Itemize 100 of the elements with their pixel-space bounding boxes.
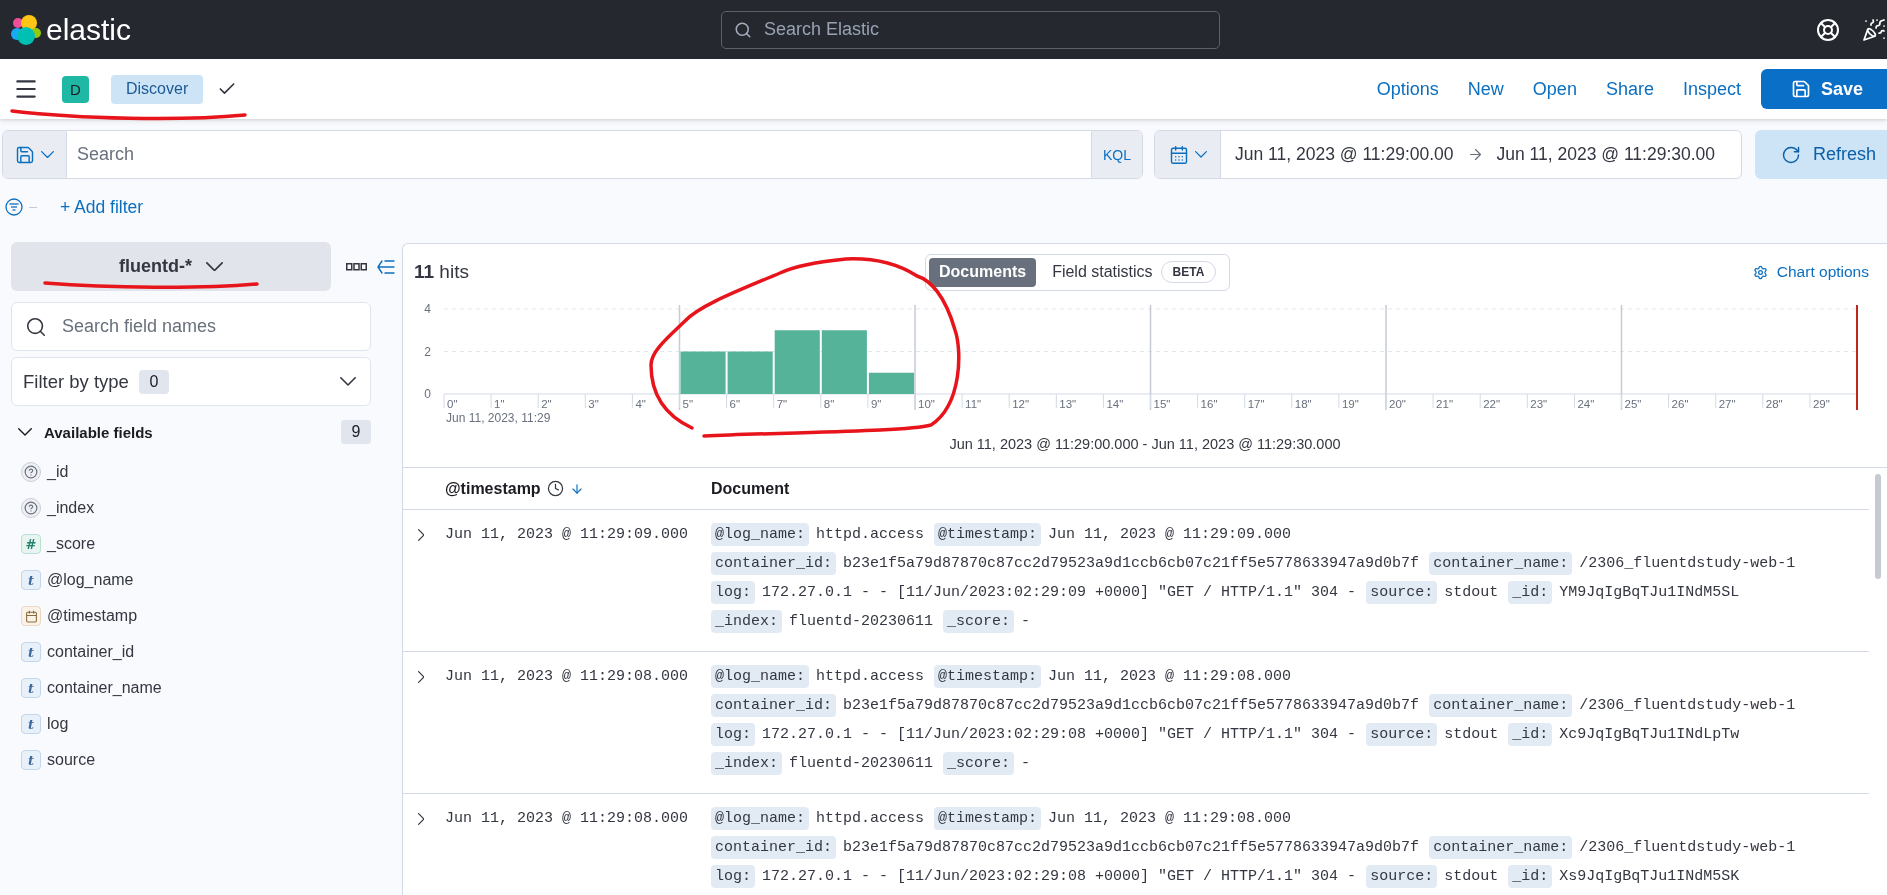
field-key: container_name: [1429,694,1573,717]
x-tick-label: 0" [447,398,458,410]
y-tick-label: 2 [424,344,431,359]
filter-icon[interactable] [5,198,23,216]
type-token: t [21,570,41,590]
field-value: /2306_fluentdstudy-web-1 [1579,696,1796,716]
x-tick-label: 26" [1671,398,1689,410]
view-tab[interactable]: Field statistics BETA [1042,257,1227,287]
field-value: 172.27.0.1 - - [11/Jun/2023:02:29:08 +0000] "GET / HTTP/1.1" 304 - [762,867,1357,887]
field-item[interactable]: # _score [11,526,96,562]
y-tick-label: 0 [424,387,431,401]
x-tick-label: 7" [776,398,788,410]
clock-icon [546,480,564,497]
news-button[interactable] [1862,17,1886,42]
three-squares-icon[interactable] [346,262,367,271]
nav-link[interactable]: Inspect [1682,78,1741,100]
field-key: container_id: [711,836,837,859]
field-item[interactable]: t container_name [11,670,162,706]
available-fields-toggle[interactable]: Available fields [11,423,153,441]
field-value: b23e1f5a79d87870c87cc2d79523a9d1ccb6cb07c21ff5e5778633947a9d0b7f [843,838,1420,858]
field-item[interactable]: t container_id [11,634,135,670]
filter-by-type-button[interactable]: Filter by type 0 [11,357,371,406]
query-language-button[interactable]: KQL [1092,131,1142,178]
column-header[interactable]: @timestamp [445,479,541,498]
add-filter-button[interactable]: + Add filter [60,196,144,218]
start-date-button[interactable]: Jun 11, 2023 @ 11:29:00.00 [1235,144,1454,165]
field-key: @timestamp: [934,665,1042,688]
x-tick-label: 23" [1530,398,1548,410]
arrow-left-lines-icon[interactable] [377,259,395,274]
field-key: log: [711,865,755,888]
field-value: stdout [1444,725,1499,745]
column-header[interactable]: Document [711,479,790,498]
chart-caption: Jun 11, 2023 @ 11:29:00.000 - Jun 11, 2023 @ 11:29:30.000 [948,435,1342,454]
y-tick-label: 4 [424,302,431,316]
chevron-down-icon [206,261,223,272]
field-item[interactable]: @timestamp [11,598,138,634]
field-key: container_name: [1429,552,1573,575]
save-button[interactable]: Save [1761,69,1887,109]
chevron-down-icon [340,377,356,386]
space-avatar[interactable]: D [62,75,89,103]
x-tick-label: 16" [1200,398,1218,410]
field-value: fluentd-20230611 [789,612,934,632]
field-search-input[interactable]: Search field names [11,302,371,351]
field-key: container_id: [711,694,837,717]
field-key: container_name: [1429,836,1573,859]
calendar-icon [21,606,41,626]
end-date-button[interactable]: Jun 11, 2023 @ 11:29:30.00 [1496,144,1716,165]
field-item[interactable]: t log [11,706,69,742]
nav-link[interactable]: Options [1376,78,1439,100]
field-item[interactable]: _id [11,454,69,490]
x-tick-label: 28" [1765,398,1783,410]
x-tick-label: 22" [1483,398,1501,410]
type-token: t [21,750,41,770]
x-tick-label: 21" [1436,398,1453,410]
field-key: @timestamp: [934,807,1042,830]
x-tick-label: 3" [588,398,599,410]
type-token: t [21,714,41,734]
field-key: source: [1366,581,1438,604]
calendar-icon [1168,144,1189,165]
axis-date-label: Jun 11, 2023, 11:29 [446,411,551,425]
field-value: - [1021,754,1031,774]
view-tab[interactable]: Documents [929,257,1037,287]
count-badge: 0 [138,369,169,394]
saved-query-button[interactable] [3,131,66,178]
field-value: YM9JqIgBqTJu1INdM5SL [1559,583,1740,603]
x-tick-label: 18" [1294,398,1312,410]
help-button[interactable] [1816,17,1840,42]
nav-link[interactable]: New [1467,78,1504,100]
query-input[interactable]: Search [66,131,1092,178]
field-key: _id: [1508,581,1553,604]
query-bar[interactable]: Search KQL [2,130,1143,179]
field-value: Jun 11, 2023 @ 11:29:08.000 [1048,809,1292,829]
type-token: t [21,678,41,698]
field-item[interactable]: t @log_name [11,562,134,598]
x-tick-label: 17" [1247,398,1265,410]
search-icon [25,315,47,338]
x-tick-label: 2" [541,398,552,410]
breadcrumb[interactable]: Discover [111,74,204,104]
scrollbar-thumb[interactable] [1875,474,1881,579]
refresh-button[interactable]: Refresh [1755,130,1887,179]
histogram-bar [680,351,726,394]
x-tick-label: 10" [918,398,935,410]
x-tick-label: 15" [1153,398,1171,410]
field-value: stdout [1444,867,1499,887]
field-key: @log_name: [711,523,809,546]
field-value: httpd.access [816,809,925,829]
index-pattern-button[interactable]: fluentd-* [11,242,331,291]
chart-options-button[interactable]: Chart options [1752,263,1869,281]
nav-link[interactable]: Share [1605,78,1654,100]
timestamp-cell-text: Jun 11, 2023 @ 11:29:09.000 [445,525,690,545]
field-item[interactable]: _index [11,490,95,526]
field-item[interactable]: t source [11,742,96,778]
x-tick-label: 27" [1718,398,1736,410]
field-value: /2306_fluentdstudy-web-1 [1579,554,1796,574]
nav-link[interactable]: Open [1532,78,1577,100]
field-value: - [1021,612,1031,632]
question-mark-icon [21,498,41,518]
search-field[interactable]: Search Elastic [721,10,1220,49]
field-key: _score: [943,610,1015,633]
quick-menu-button[interactable] [1155,131,1221,178]
